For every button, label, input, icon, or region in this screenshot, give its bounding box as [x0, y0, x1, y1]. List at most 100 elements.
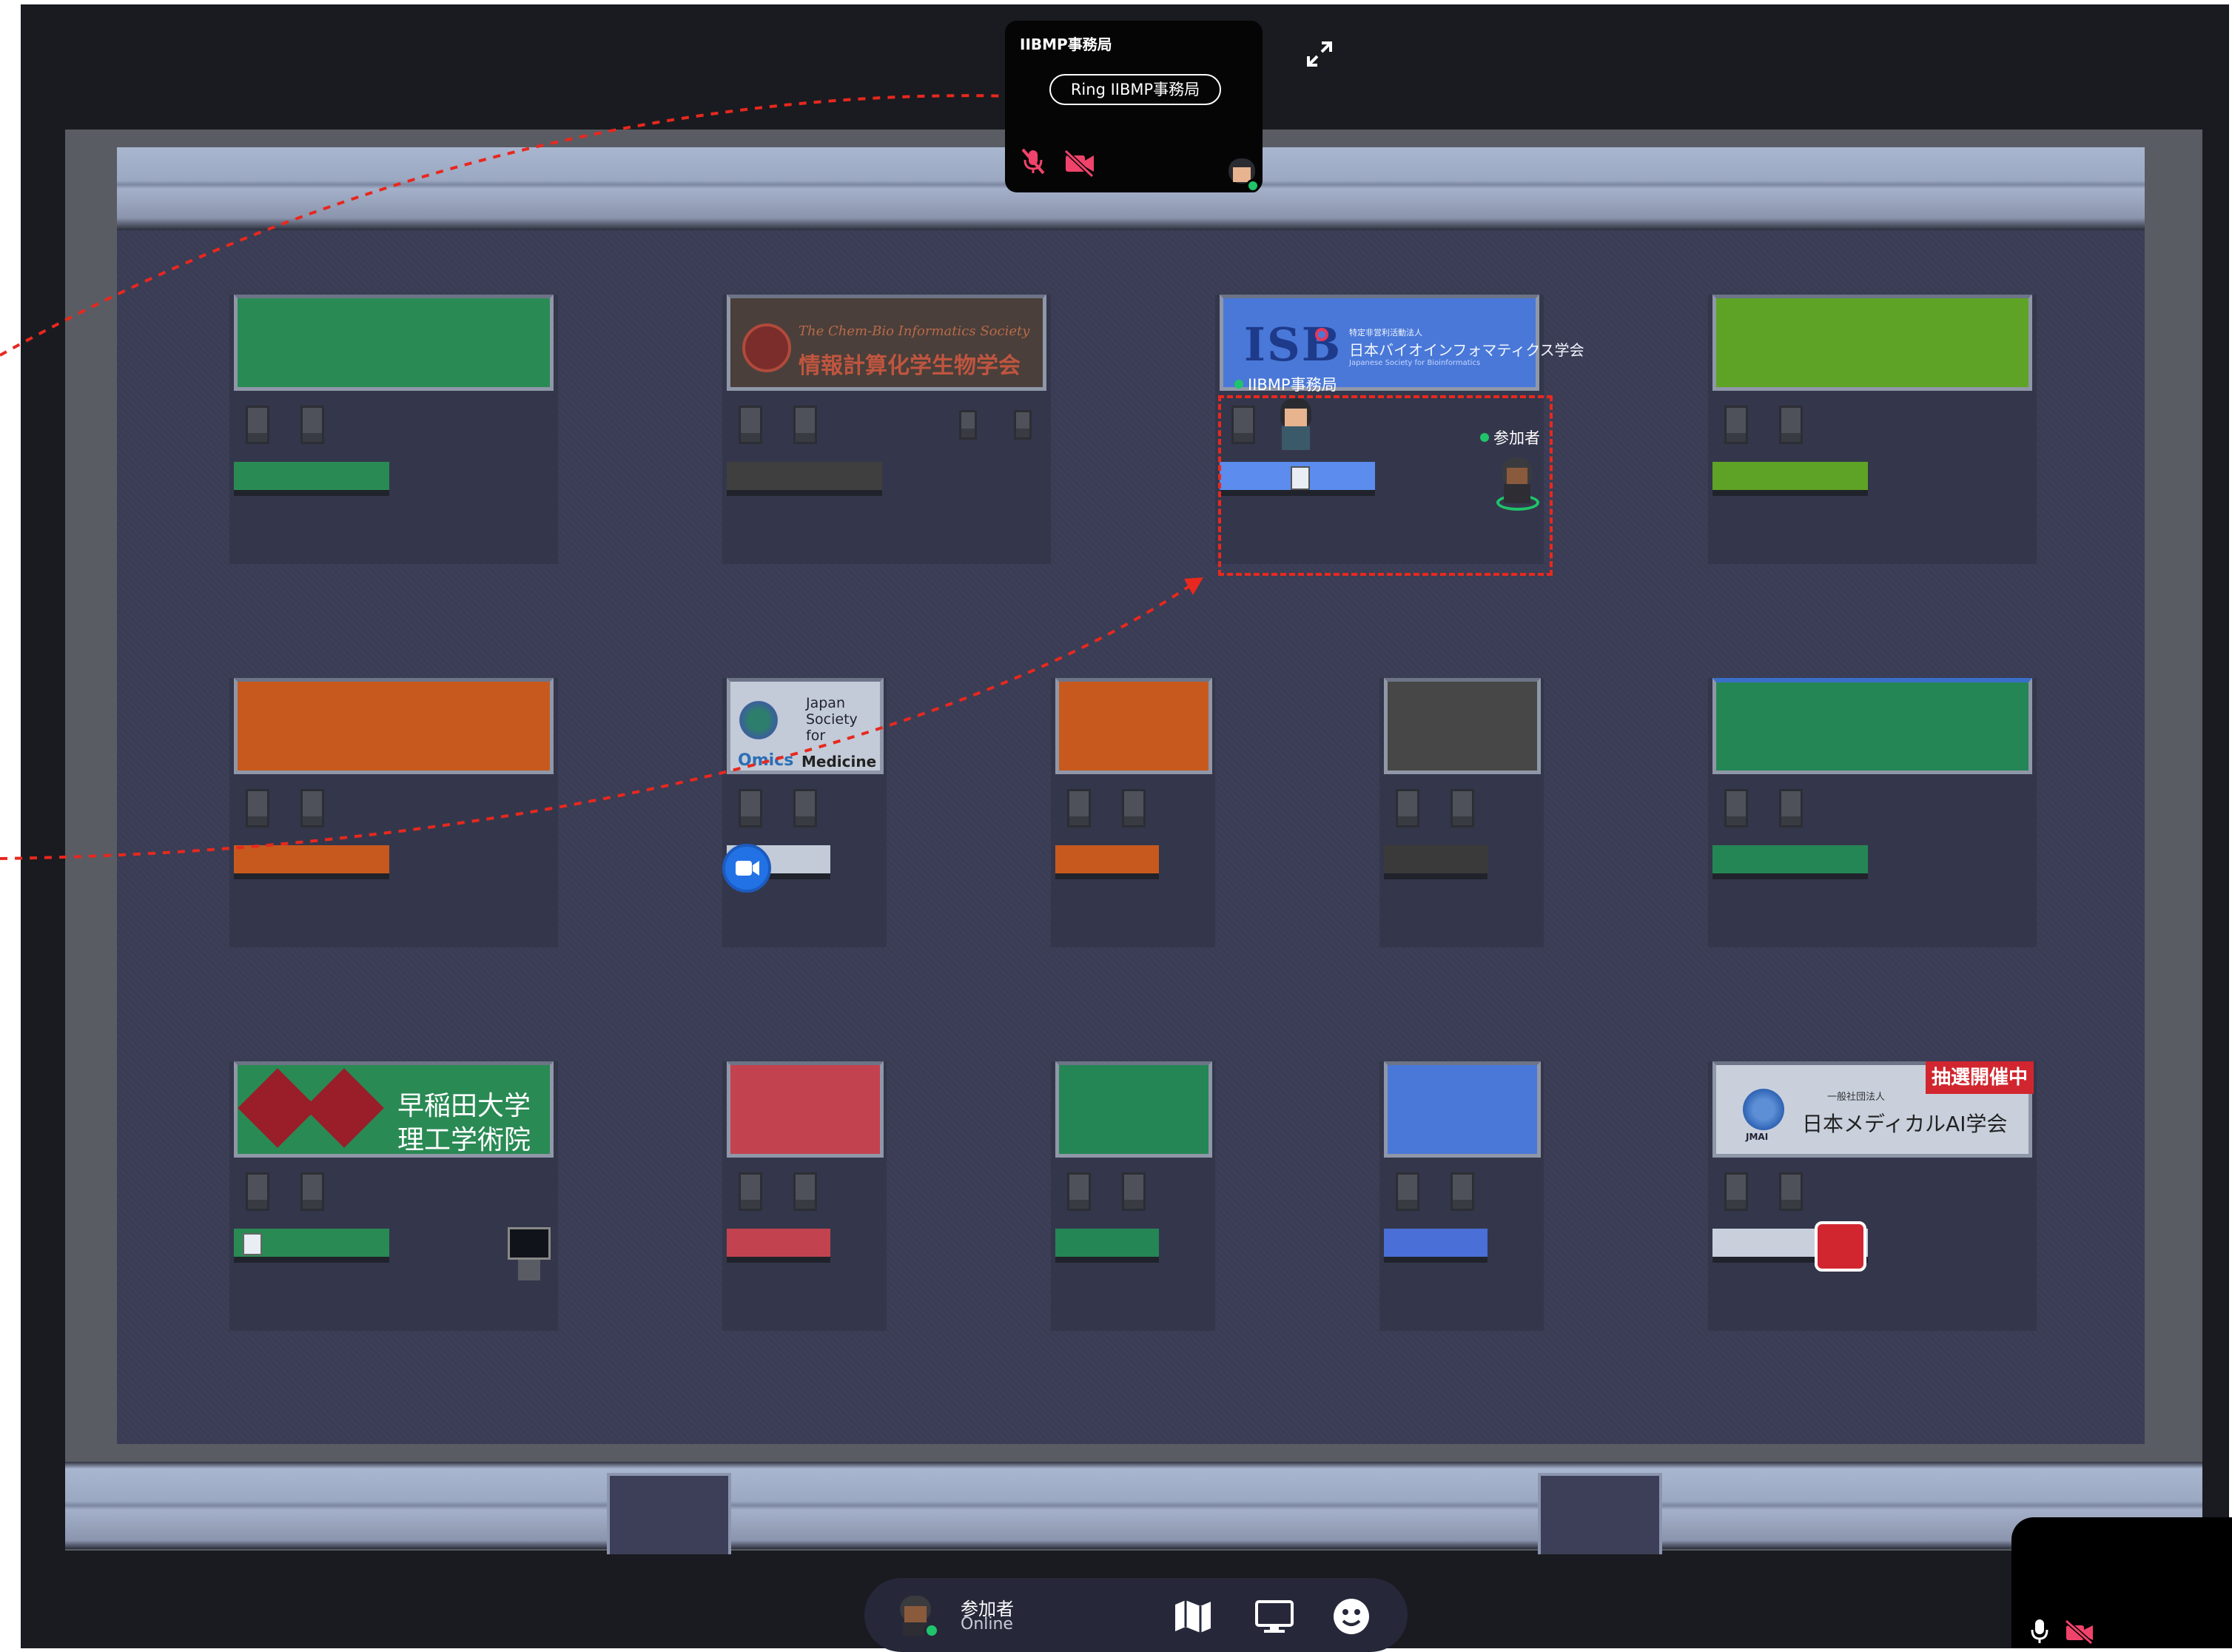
booth-10[interactable]: 早稲田大学 理工学術院	[229, 1061, 558, 1331]
door-left[interactable]	[607, 1473, 731, 1554]
zoom-video-icon[interactable]	[722, 844, 771, 893]
video-tile[interactable]: IIBMP事務局 Ring IIBMP事務局	[1005, 21, 1263, 192]
booth-table	[1384, 845, 1488, 879]
map-icon[interactable]	[1172, 1599, 1214, 1634]
booth-12[interactable]	[1051, 1061, 1215, 1331]
online-dot-icon	[1234, 380, 1243, 389]
booth-table	[234, 845, 389, 879]
camera-off-icon[interactable]	[1063, 148, 1097, 178]
jmai-logo-icon	[1743, 1089, 1784, 1130]
booth-4[interactable]	[1708, 295, 2037, 564]
booth-sign	[1055, 678, 1212, 774]
chair	[1014, 410, 1032, 440]
chair	[300, 789, 324, 827]
chair	[739, 1172, 762, 1211]
booth-sign	[234, 678, 554, 774]
booth-table	[234, 462, 389, 496]
booth-11[interactable]	[722, 1061, 887, 1331]
cbi-logo-icon	[742, 323, 791, 372]
booth-table	[1055, 1229, 1159, 1263]
ring-button[interactable]: Ring IIBMP事務局	[1049, 74, 1221, 105]
mic-icon[interactable]	[2029, 1618, 2050, 1645]
chair	[1724, 406, 1748, 444]
monitor-stand	[518, 1260, 540, 1280]
booth-sign	[1712, 678, 2032, 774]
booth-6[interactable]: Japan Society for Omics Medicine	[722, 678, 887, 947]
video-tile-title: IIBMP事務局	[1020, 36, 1112, 53]
sign-text: 早稲田大学	[397, 1091, 531, 1121]
online-dot-icon	[924, 1622, 940, 1639]
booth-table	[1055, 845, 1159, 879]
booth-1[interactable]	[229, 295, 558, 564]
chair	[1396, 789, 1419, 827]
booth-table	[1712, 845, 1868, 879]
chair	[300, 406, 324, 444]
chair	[793, 1172, 817, 1211]
booth-5[interactable]	[229, 678, 558, 947]
chair	[1451, 789, 1474, 827]
booth-sign	[1712, 295, 2032, 391]
sign-text: Omics	[738, 751, 794, 770]
annotation-highlight-box	[1218, 395, 1553, 576]
sign-text-ja: 情報計算化学生物学会	[799, 353, 1021, 379]
sign-text: Japan	[806, 695, 845, 711]
chair	[1067, 789, 1091, 827]
online-dot-icon	[1246, 179, 1260, 192]
sign-text: Society	[806, 711, 858, 728]
chair	[246, 1172, 269, 1211]
chair	[300, 1172, 324, 1211]
chair	[1779, 406, 1803, 444]
hall-bottom-wall	[65, 1462, 2202, 1549]
staff-nametag: IIBMP事務局	[1234, 373, 1337, 395]
chair	[1779, 789, 1803, 827]
booth-sign	[234, 295, 554, 391]
screen-share-icon[interactable]	[1254, 1599, 1295, 1634]
tile-avatar	[1226, 158, 1260, 192]
door-right[interactable]	[1538, 1473, 1662, 1554]
booth-2[interactable]: The Chem-Bio Informatics Society 情報計算化学生…	[722, 295, 1051, 564]
jsbi-logo: ISB	[1244, 318, 1342, 372]
monitor-icon[interactable]	[508, 1227, 551, 1260]
sign-subtext: 特定非営利活動法人	[1349, 328, 1422, 338]
booth-table	[727, 462, 882, 496]
booth-table	[1384, 1229, 1488, 1263]
user-status: Online	[961, 1615, 1013, 1633]
booth-13[interactable]	[1379, 1061, 1544, 1331]
chair	[959, 410, 977, 440]
poster-icon[interactable]	[243, 1233, 262, 1255]
booth-sign: 早稲田大学 理工学術院	[234, 1061, 554, 1158]
mic-muted-icon[interactable]	[1018, 147, 1048, 176]
chair	[793, 406, 817, 444]
sign-text-ja: 日本バイオインフォマティクス学会	[1349, 341, 1584, 359]
chair	[739, 789, 762, 827]
booth-sign	[1384, 678, 1541, 774]
chair	[1067, 1172, 1091, 1211]
booth-table	[727, 1229, 830, 1263]
chair	[739, 406, 762, 444]
emoji-icon[interactable]	[1332, 1597, 1371, 1636]
booth-14[interactable]: JMAI 一般社団法人 日本メディカルAI学会 抽選開催中	[1708, 1061, 2037, 1331]
camera-off-icon[interactable]	[2063, 1619, 2096, 1645]
chair	[1122, 1172, 1146, 1211]
lottery-box-icon[interactable]	[1815, 1221, 1866, 1272]
chair	[1122, 789, 1146, 827]
expand-icon[interactable]	[1302, 37, 1337, 71]
sign-text-en: The Chem-Bio Informatics Society	[799, 323, 1030, 339]
omics-logo-icon	[736, 698, 781, 742]
booth-7[interactable]	[1051, 678, 1215, 947]
booth-sign: Japan Society for Omics Medicine	[727, 678, 884, 774]
chair	[1724, 1172, 1748, 1211]
chair	[1451, 1172, 1474, 1211]
booth-8[interactable]	[1379, 678, 1544, 947]
logo-text: JMAI	[1746, 1132, 1769, 1142]
user-avatar[interactable]	[895, 1596, 940, 1639]
booth-sign	[1384, 1061, 1541, 1158]
booth-9[interactable]	[1708, 678, 2037, 947]
avatar-name: IIBMP事務局	[1248, 376, 1337, 394]
booth-sign	[1055, 1061, 1212, 1158]
bottom-toolbar: 参加者 Online	[864, 1578, 1408, 1652]
sign-text: 理工学術院	[397, 1125, 531, 1155]
booth-table	[234, 1229, 389, 1263]
chair	[246, 406, 269, 444]
self-video-tile[interactable]	[2011, 1517, 2232, 1648]
